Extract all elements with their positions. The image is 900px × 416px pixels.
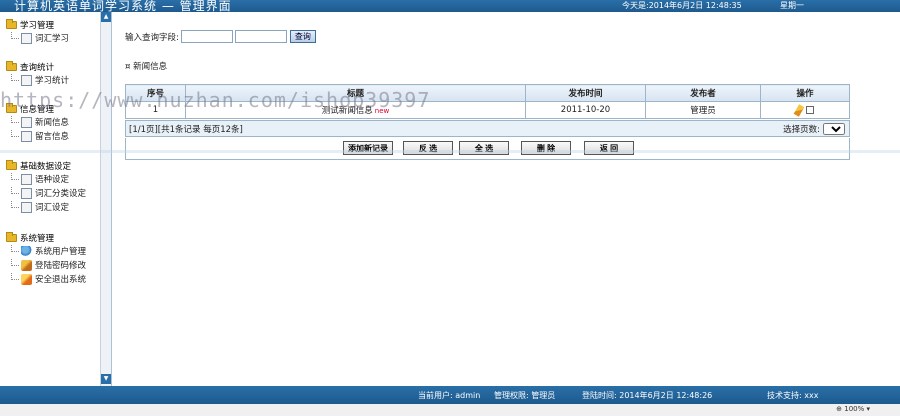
- search-bar: 输入查询字段: 查询: [125, 30, 316, 43]
- sidebar-group-title[interactable]: 查询统计: [6, 60, 69, 73]
- search-input-1[interactable]: [180, 30, 233, 43]
- app-title: 计算机英语单词学习系统 — 管理界面: [14, 0, 232, 12]
- current-weekday: 星期一: [780, 1, 804, 10]
- status-footer: 当前用户: admin 管理权限: 管理员 登陆时间: 2014年6月2日 12…: [0, 386, 900, 404]
- sidebar-group-title[interactable]: 系统管理: [6, 231, 86, 244]
- sidebar-group-study: 学习管理 词汇学习: [6, 18, 69, 45]
- page-jump: 选择页数: 1: [783, 123, 845, 135]
- sidebar-item-vocab-category-settings[interactable]: 词汇分类设定: [6, 186, 86, 200]
- section-title: ¤ 新闻信息: [125, 62, 168, 72]
- document-icon: [21, 32, 32, 44]
- search-input-2[interactable]: [234, 30, 287, 43]
- document-icon: [21, 173, 32, 185]
- folder-icon: [6, 60, 17, 71]
- document-icon: [21, 187, 32, 199]
- message-icon: [21, 130, 32, 142]
- divider: [0, 150, 900, 153]
- footer-login-time: 登陆时间: 2014年6月2日 12:48:26: [582, 391, 713, 400]
- folder-icon: [6, 231, 17, 242]
- sidebar-group-basic-data: 基础数据设定 语种设定 词汇分类设定 词汇设定: [6, 159, 86, 214]
- pager: [1/1页][共1条记录 每页12条] 选择页数: 1: [125, 120, 850, 137]
- sidebar-item-news[interactable]: 新闻信息: [6, 115, 69, 129]
- search-label: 输入查询字段:: [125, 32, 179, 43]
- sidebar-item-vocab-settings[interactable]: 词汇设定: [6, 200, 86, 214]
- pager-info: [1/1页][共1条记录 每页12条]: [129, 124, 243, 135]
- sidebar-item-logout[interactable]: 安全退出系统: [6, 272, 86, 286]
- exit-icon: [21, 273, 32, 285]
- footer-support: 技术支持: xxx: [767, 391, 819, 400]
- page-jump-label: 选择页数:: [783, 125, 820, 135]
- document-icon: [21, 201, 32, 213]
- scroll-down-icon[interactable]: ▼: [101, 374, 111, 384]
- watermark-text: https://www.huzhan.com/ishop39397: [0, 88, 431, 112]
- zoom-level[interactable]: ⊕ 100% ▾: [836, 405, 870, 413]
- sidebar-scrollbar[interactable]: ▲ ▼: [100, 12, 111, 386]
- sidebar-group-title[interactable]: 基础数据设定: [6, 159, 86, 172]
- sidebar-item-user-management[interactable]: 系统用户管理: [6, 244, 86, 258]
- footer-role: 管理权限: 管理员: [494, 391, 556, 400]
- news-icon: [21, 116, 32, 128]
- sidebar-group-title[interactable]: 学习管理: [6, 18, 69, 31]
- sidebar-item-change-password[interactable]: 登陆密码修改: [6, 258, 86, 272]
- current-date: 今天是:2014年6月2日 12:48:35: [622, 1, 742, 10]
- footer-current-user: 当前用户: admin: [418, 391, 481, 400]
- action-bar: 添加新记录 反 选 全 选 删 除 返 回: [125, 138, 850, 160]
- sidebar-group-query: 查询统计 学习统计: [6, 60, 69, 87]
- browser-statusbar: ⊕ 100% ▾: [0, 404, 900, 416]
- sidebar-group-system: 系统管理 系统用户管理 登陆密码修改 安全退出系统: [6, 231, 86, 286]
- users-icon: [21, 245, 32, 257]
- query-button[interactable]: 查询: [289, 30, 316, 43]
- folder-icon: [6, 159, 17, 170]
- bullet-icon: ¤: [125, 62, 134, 72]
- sidebar-item-language-settings[interactable]: 语种设定: [6, 172, 86, 186]
- sidebar: 学习管理 词汇学习 查询统计 学习统计 信息管理 新闻信息 留言信息 基础数据设…: [0, 12, 112, 386]
- chart-icon: [21, 74, 32, 86]
- sidebar-item-study-stats[interactable]: 学习统计: [6, 73, 69, 87]
- key-icon: [21, 259, 32, 271]
- folder-icon: [6, 18, 17, 29]
- app-header: 计算机英语单词学习系统 — 管理界面 今天是:2014年6月2日 12:48:3…: [0, 0, 900, 12]
- scroll-up-icon[interactable]: ▲: [101, 12, 111, 22]
- main-content: 输入查询字段: 查询 ¤ 新闻信息 序号 标题 发布时间 发布者 操作 1 测试…: [113, 12, 900, 386]
- page-select[interactable]: 1: [823, 123, 845, 135]
- sidebar-item-vocab-study[interactable]: 词汇学习: [6, 31, 69, 45]
- sidebar-item-messages[interactable]: 留言信息: [6, 129, 69, 143]
